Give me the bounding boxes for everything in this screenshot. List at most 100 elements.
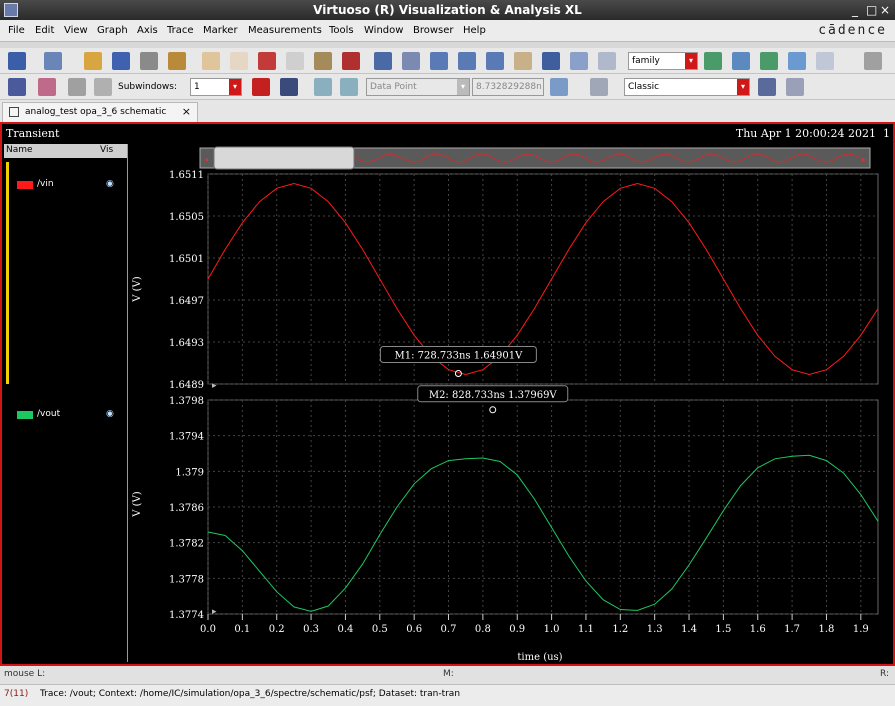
family-tool-5-icon[interactable] <box>816 52 834 70</box>
new-window-icon[interactable] <box>8 52 26 70</box>
minimize-button[interactable]: _ <box>852 3 858 17</box>
window-title: Virtuoso (R) Visualization & Analysis XL <box>313 3 582 17</box>
family-tool-1-icon[interactable] <box>704 52 722 70</box>
cards-icon[interactable] <box>38 78 56 96</box>
pan-icon[interactable] <box>514 52 532 70</box>
calculator-icon[interactable] <box>590 78 608 96</box>
overview-thumb[interactable] <box>213 146 355 170</box>
wand-icon[interactable] <box>8 78 26 96</box>
x-tick-label: 0.2 <box>269 624 285 635</box>
legend-item-vout[interactable]: /vout ◉ <box>4 408 128 422</box>
menu-view[interactable]: View <box>64 25 88 36</box>
y-tick-label: 1.6501 <box>169 254 204 265</box>
subwindows-combo[interactable]: 1 ▾ <box>190 78 242 96</box>
xlabel: time (us) <box>517 652 562 662</box>
new-subwindow-icon[interactable] <box>44 52 62 70</box>
mouse-left-label: mouse L: <box>4 669 46 679</box>
data-point-combo[interactable]: Data Point ▾ <box>366 78 470 96</box>
strip-selection-bar <box>6 162 9 384</box>
cadence-logo: cādence <box>818 23 887 38</box>
menu-window[interactable]: Window <box>364 25 403 36</box>
window-number: 1 <box>883 127 890 140</box>
zoom-fit-icon[interactable] <box>570 52 588 70</box>
trace-vout[interactable] <box>207 454 879 612</box>
menu-file[interactable]: File <box>8 25 25 36</box>
family-combo[interactable]: family ▾ <box>628 52 698 70</box>
tab-close-icon[interactable]: × <box>182 103 191 121</box>
marker-m2-point[interactable] <box>489 406 497 414</box>
grid-layout-icon[interactable] <box>864 52 882 70</box>
flag-icon[interactable] <box>252 78 270 96</box>
cut-icon[interactable] <box>258 52 276 70</box>
y-tick-label: 1.3794 <box>169 432 204 443</box>
main-toolbar: family ▾ <box>0 48 895 74</box>
redo-icon[interactable] <box>230 52 248 70</box>
marker-m1-label: M1: 728.733ns 1.64901V <box>394 351 523 362</box>
legend-item-vin[interactable]: /vin ◉ <box>4 178 128 192</box>
y-tick-label: 1.3798 <box>169 396 204 407</box>
mouse-middle-label: M: <box>443 669 454 679</box>
zoom-out-icon[interactable] <box>458 52 476 70</box>
save-icon[interactable] <box>112 52 130 70</box>
zoom-icon[interactable] <box>486 52 504 70</box>
back-icon[interactable] <box>374 52 392 70</box>
close-window-button[interactable]: × <box>880 3 890 17</box>
menu-graph[interactable]: Graph <box>97 25 128 36</box>
forward-icon[interactable] <box>402 52 420 70</box>
maximize-button[interactable]: □ <box>866 3 877 17</box>
menu-help[interactable]: Help <box>463 25 486 36</box>
properties-icon[interactable] <box>786 78 804 96</box>
menu-measurements[interactable]: Measurements <box>248 25 322 36</box>
left-arrow-icon[interactable] <box>314 78 332 96</box>
plot-area[interactable]: ◂ ▸ V (V) 1.6511 1.6505 1.6501 1.6497 1.6493… <box>130 144 890 662</box>
strip-vout: V (V) 1.3798 1.3794 1.379 1.3786 1.3782 1.377… <box>132 396 879 662</box>
stack-icon[interactable] <box>68 78 86 96</box>
menu-browser[interactable]: Browser <box>413 25 454 36</box>
tab-schematic[interactable]: analog_test opa_3_6 schematic × <box>2 102 198 122</box>
data-point-value-field[interactable]: 8.732829288n <box>472 78 544 96</box>
trace-vin[interactable] <box>207 182 879 376</box>
mouse-binding-bar: mouse L: M: R: <box>0 666 895 684</box>
eye-icon[interactable]: ◉ <box>106 179 114 189</box>
print-icon[interactable] <box>140 52 158 70</box>
scroll-left-icon[interactable]: ◂ <box>204 155 208 164</box>
right-arrow-icon[interactable] <box>340 78 358 96</box>
menu-edit[interactable]: Edit <box>35 25 54 36</box>
plot-icon[interactable] <box>168 52 186 70</box>
menu-axis[interactable]: Axis <box>137 25 158 36</box>
strip-expand-icon[interactable]: ▸ <box>212 607 217 617</box>
family-tool-3-icon[interactable] <box>760 52 778 70</box>
x-tick-label: 1.6 <box>750 624 766 635</box>
open-folder-icon[interactable] <box>84 52 102 70</box>
histogram-icon[interactable] <box>550 78 568 96</box>
menu-marker[interactable]: Marker <box>203 25 238 36</box>
yticks-vout: 1.3798 1.3794 1.379 1.3786 1.3782 1.3778 1.377… <box>169 396 204 621</box>
info-icon[interactable] <box>280 78 298 96</box>
undo-icon[interactable] <box>202 52 220 70</box>
family-tool-4-icon[interactable] <box>788 52 806 70</box>
subwindows-label: Subwindows: <box>118 82 177 92</box>
split-icon[interactable] <box>94 78 112 96</box>
delete-icon[interactable] <box>342 52 360 70</box>
strip-expand-icon[interactable]: ▸ <box>212 381 217 391</box>
vin-swatch <box>17 181 33 189</box>
paste-icon[interactable] <box>314 52 332 70</box>
markers: M1: 728.733ns 1.64901V M2: 828.733ns 1.37… <box>379 346 569 414</box>
fit-icon[interactable] <box>542 52 560 70</box>
layout-icon[interactable] <box>758 78 776 96</box>
menu-tools[interactable]: Tools <box>329 25 354 36</box>
zoom-select-icon[interactable] <box>598 52 616 70</box>
zoom-in-icon[interactable] <box>430 52 448 70</box>
eye-icon[interactable]: ◉ <box>106 409 114 419</box>
style-combo[interactable]: Classic ▾ <box>624 78 750 96</box>
family-tool-2-icon[interactable] <box>732 52 750 70</box>
legend-header: Name Vis <box>4 144 127 158</box>
ylabel-vin: V (V) <box>132 276 143 303</box>
scroll-right-icon[interactable]: ▸ <box>862 155 866 164</box>
y-tick-label: 1.3782 <box>169 539 204 550</box>
chevron-down-icon: ▾ <box>229 79 241 95</box>
style-combo-value: Classic <box>628 82 660 92</box>
copy-icon[interactable] <box>286 52 304 70</box>
x-tick-label: 1.9 <box>853 624 869 635</box>
menu-trace[interactable]: Trace <box>167 25 194 36</box>
